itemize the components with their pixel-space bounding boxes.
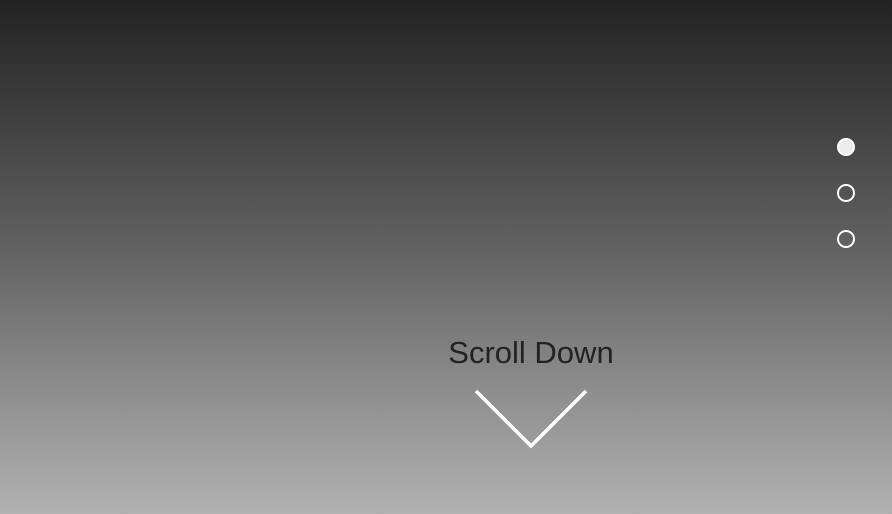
section-dot-2[interactable] — [837, 184, 855, 202]
section-dot-3[interactable] — [837, 230, 855, 248]
scroll-down-button[interactable]: Scroll Down — [431, 333, 631, 450]
section-nav — [837, 138, 859, 248]
page: { "section_nav": { "items": [ {"label": … — [0, 0, 892, 514]
scroll-down-label: Scroll Down — [448, 335, 614, 370]
section-dot-1[interactable] — [837, 138, 855, 156]
chevron-down-icon — [474, 389, 588, 449]
